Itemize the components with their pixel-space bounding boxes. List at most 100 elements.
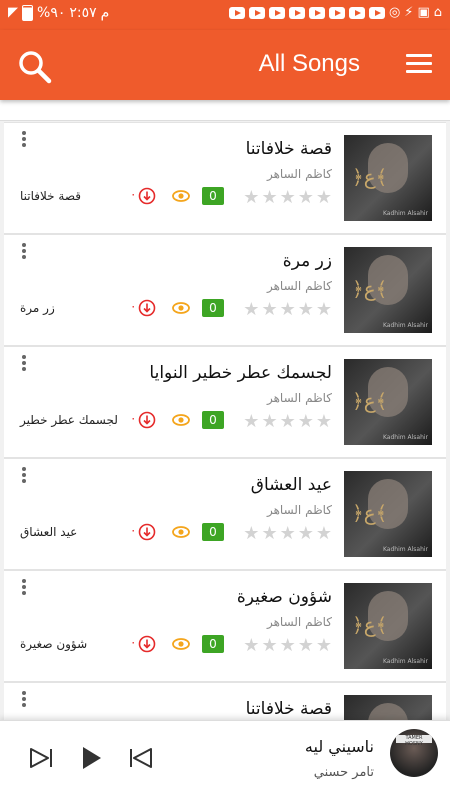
song-card[interactable]: ﴿ع﴾ Kadhim Alsahir قصة خلافاتنا كاظم السا…: [4, 122, 446, 234]
more-vert-icon[interactable]: [18, 689, 30, 711]
star-icon[interactable]: ★: [316, 411, 332, 433]
star-icon[interactable]: ★: [316, 187, 332, 209]
sync-icon: ◎: [388, 5, 401, 20]
star-icon[interactable]: ★: [298, 299, 314, 321]
views-count: 0: [202, 187, 224, 205]
star-icon[interactable]: ★: [298, 187, 314, 209]
skip-previous-icon[interactable]: [128, 745, 154, 771]
star-icon[interactable]: ★: [298, 411, 314, 433]
album-art: ﴿ع﴾ Kadhim Alsahir: [344, 247, 432, 333]
song-caption: لجسمك عطر خطير: [20, 413, 118, 427]
star-icon[interactable]: ★: [280, 187, 296, 209]
star-icon[interactable]: ★: [316, 523, 332, 545]
skip-next-icon[interactable]: [28, 745, 54, 771]
more-vert-icon[interactable]: [18, 577, 30, 599]
battery-icon: [22, 5, 33, 21]
more-vert-icon[interactable]: [18, 241, 30, 263]
download-icon[interactable]: [138, 635, 156, 653]
song-title: لجسمك عطر خطير النوايا: [149, 363, 332, 383]
download-icon[interactable]: [138, 411, 156, 429]
rating-stars[interactable]: ★ ★ ★ ★ ★: [243, 411, 332, 433]
list-item-partial[interactable]: [0, 100, 450, 121]
star-icon[interactable]: ★: [261, 299, 277, 321]
notification-icons: ◎ ⚡ ▣ ⌂: [228, 5, 442, 20]
views-count: 0: [202, 299, 224, 317]
album-art: ﴿ع﴾ Kadhim Alsahir: [344, 583, 432, 669]
song-artist: كاظم الساهر: [266, 503, 332, 517]
download-icon[interactable]: [138, 187, 156, 205]
star-icon[interactable]: ★: [243, 411, 259, 433]
song-list[interactable]: ﴿ع﴾ Kadhim Alsahir قصة خلافاتنا كاظم السا…: [0, 100, 450, 720]
eye-icon: [172, 526, 190, 538]
download-icon[interactable]: [138, 523, 156, 541]
song-artist: كاظم الساهر: [266, 391, 332, 405]
star-icon[interactable]: ★: [243, 187, 259, 209]
status-left: ◤ %٩٠ ٢:٥٧ م: [8, 5, 109, 21]
star-icon[interactable]: ★: [316, 299, 332, 321]
menu-icon[interactable]: [406, 54, 432, 76]
song-caption: شؤون صغيرة: [20, 637, 88, 651]
download-count: ٠: [130, 187, 137, 201]
eye-icon: [172, 638, 190, 650]
youtube-icon: [308, 7, 325, 19]
clock-ampm: م: [100, 5, 110, 21]
star-icon[interactable]: ★: [298, 523, 314, 545]
more-vert-icon[interactable]: [18, 353, 30, 375]
star-icon[interactable]: ★: [243, 523, 259, 545]
album-art: ﴿ع﴾: [344, 695, 432, 720]
star-icon[interactable]: ★: [298, 635, 314, 657]
more-vert-icon[interactable]: [18, 465, 30, 487]
song-caption: عيد العشاق: [20, 525, 78, 539]
play-icon[interactable]: [78, 745, 104, 771]
battery-percent: %٩٠: [37, 5, 66, 21]
star-icon[interactable]: ★: [261, 635, 277, 657]
status-bar: ◤ %٩٠ ٢:٥٧ م ◎ ⚡ ▣ ⌂: [0, 0, 450, 30]
star-icon[interactable]: ★: [243, 299, 259, 321]
app-bar: All Songs: [0, 30, 450, 100]
star-icon[interactable]: ★: [261, 187, 277, 209]
album-art: ﴿ع﴾ Kadhim Alsahir: [344, 359, 432, 445]
album-art: ﴿ع﴾ Kadhim Alsahir: [344, 135, 432, 221]
star-icon[interactable]: ★: [280, 523, 296, 545]
star-icon[interactable]: ★: [243, 635, 259, 657]
download-count: ٠: [130, 523, 137, 537]
star-icon[interactable]: ★: [261, 523, 277, 545]
more-vert-icon[interactable]: [18, 129, 30, 151]
search-icon[interactable]: [18, 50, 52, 84]
now-playing-art[interactable]: TAMER HOSNY: [390, 729, 438, 777]
views-count: 0: [202, 635, 224, 653]
views-count: 0: [202, 411, 224, 429]
song-title: عيد العشاق: [250, 475, 332, 495]
now-playing-artist: تامر حسني: [313, 765, 374, 780]
star-icon[interactable]: ★: [280, 635, 296, 657]
star-icon[interactable]: ★: [261, 411, 277, 433]
eye-icon: [172, 190, 190, 202]
song-card[interactable]: ﴿ع﴾ Kadhim Alsahir عيد العشاق كاظم الساهر…: [4, 458, 446, 570]
song-caption: قصة خلافاتنا: [20, 189, 81, 203]
rating-stars[interactable]: ★ ★ ★ ★ ★: [243, 187, 332, 209]
song-card[interactable]: ﴿ع﴾ Kadhim Alsahir زر مرة كاظم الساهر ★ ★ ★…: [4, 234, 446, 346]
song-artist: كاظم الساهر: [266, 279, 332, 293]
download-count: ٠: [130, 635, 137, 649]
youtube-icon: [228, 7, 245, 19]
rating-stars[interactable]: ★ ★ ★ ★ ★: [243, 635, 332, 657]
star-icon[interactable]: ★: [280, 299, 296, 321]
song-card[interactable]: ﴿ع﴾ Kadhim Alsahir لجسمك عطر خطير النوايا…: [4, 346, 446, 458]
youtube-icon: [268, 7, 285, 19]
song-artist: كاظم الساهر: [266, 615, 332, 629]
now-playing-bar[interactable]: TAMER HOSNY ناسيني ليه تامر حسني: [0, 720, 450, 801]
song-title: قصة خلافاتنا: [245, 139, 332, 159]
download-icon[interactable]: [138, 299, 156, 317]
image-icon: ▣: [417, 5, 430, 20]
star-icon[interactable]: ★: [316, 635, 332, 657]
youtube-icon: [288, 7, 305, 19]
rating-stars[interactable]: ★ ★ ★ ★ ★: [243, 299, 332, 321]
rating-stars[interactable]: ★ ★ ★ ★ ★: [243, 523, 332, 545]
youtube-icon: [368, 7, 385, 19]
song-card[interactable]: ﴿ع﴾ قصة خلافاتنا: [4, 682, 446, 720]
album-art: ﴿ع﴾ Kadhim Alsahir: [344, 471, 432, 557]
song-card[interactable]: ﴿ع﴾ Kadhim Alsahir شؤون صغيرة كاظم الساهر…: [4, 570, 446, 682]
star-icon[interactable]: ★: [280, 411, 296, 433]
youtube-icon: [248, 7, 265, 19]
song-title: شؤون صغيرة: [236, 587, 332, 607]
